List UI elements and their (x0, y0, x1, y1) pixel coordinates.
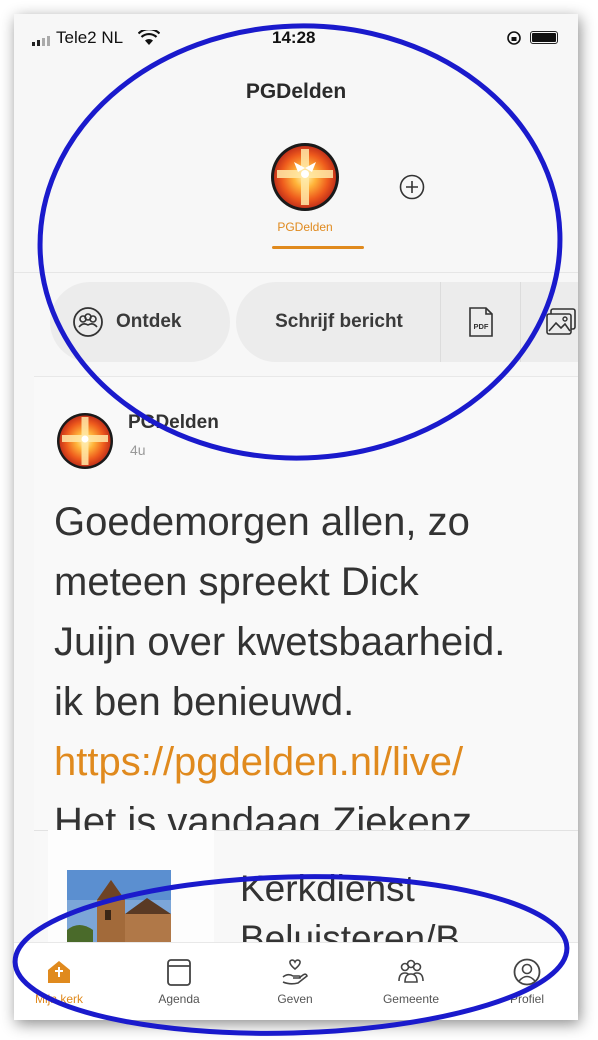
post-timestamp: 4u (130, 442, 146, 458)
post-line: Juijn over kwetsbaarheid. (54, 620, 506, 664)
nav-label: Gemeente (382, 992, 440, 1006)
write-post-label: Schrijf bericht (275, 311, 403, 332)
phone-screen: Tele2 NL 14:28 PGDelden PGDelden Ontdek … (14, 14, 578, 1020)
nav-profiel[interactable]: Profiel (482, 957, 572, 1006)
give-hand-heart-icon (282, 959, 308, 985)
clock: 14:28 (272, 28, 316, 47)
active-tab-indicator (272, 246, 364, 249)
status-bar: Tele2 NL 14:28 (14, 14, 578, 54)
page-title: PGDelden (245, 80, 347, 103)
bottom-navigation: Mijn kerk Agenda Geven Gemeente Profiel (14, 942, 578, 1020)
post-author: PGDelden (128, 412, 219, 433)
add-church-icon[interactable] (399, 174, 425, 200)
discover-button[interactable]: Ontdek (50, 282, 230, 362)
post-link[interactable]: https://pgdelden.nl/live/ (54, 732, 574, 792)
pdf-icon-label: PDF (473, 322, 488, 331)
tab-church[interactable]: PGDelden (246, 142, 364, 234)
wifi-icon (138, 30, 160, 45)
pdf-icon: PDF (468, 307, 493, 337)
write-post-button[interactable]: Schrijf bericht (236, 282, 442, 362)
calendar-icon (167, 959, 191, 986)
divider (14, 272, 578, 273)
community-icon (398, 959, 424, 983)
battery-icon (530, 31, 558, 44)
media-card-title-line: Kerkdienst (240, 868, 415, 909)
nav-label: Geven (277, 992, 313, 1006)
post-line: meteen spreekt Dick (54, 560, 419, 604)
people-circle-icon (73, 307, 103, 337)
profile-icon (513, 958, 541, 986)
discover-label: Ontdek (116, 311, 182, 332)
post-text: Goedemorgen allen, zo meteen spreekt Dic… (54, 492, 574, 852)
nav-mijn-kerk[interactable]: Mijn kerk (14, 957, 104, 1006)
church-logo-icon (271, 143, 339, 211)
post-line: ik ben benieuwd. (54, 680, 355, 724)
attach-pdf-button[interactable]: PDF (440, 282, 520, 362)
home-icon (48, 961, 70, 983)
image-icon (545, 308, 576, 335)
rotation-lock-icon (507, 31, 521, 45)
nav-geven[interactable]: Geven (250, 957, 340, 1006)
nav-label: Agenda (158, 992, 200, 1006)
church-tab-label: PGDelden (277, 220, 333, 234)
attach-image-button[interactable] (520, 282, 578, 362)
carrier-name: Tele2 NL (56, 28, 124, 47)
nav-agenda[interactable]: Agenda (134, 957, 224, 1006)
signal-icon (32, 36, 50, 46)
post-avatar (57, 413, 113, 469)
post-line: Goedemorgen allen, zo (54, 500, 470, 544)
nav-gemeente[interactable]: Gemeente (366, 957, 456, 1006)
nav-label: Mijn kerk (34, 992, 83, 1006)
nav-label: Profiel (509, 992, 544, 1006)
